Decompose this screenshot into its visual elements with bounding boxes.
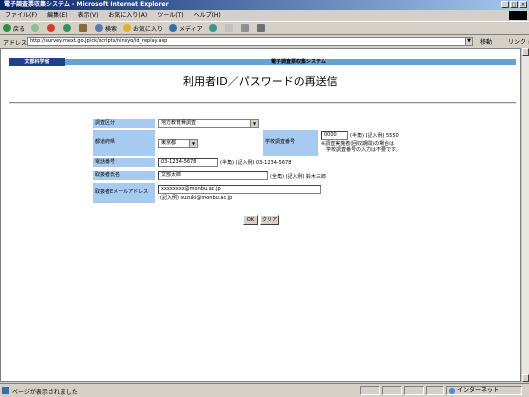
stop-icon (47, 24, 56, 32)
refresh-icon (63, 24, 72, 32)
toolbar: 戻る 検索 お気に入り メディア (0, 21, 529, 35)
print-button[interactable] (238, 22, 254, 34)
stop-button[interactable] (44, 22, 60, 34)
page-content: 文部科学省 電子調査票収集システム 利用者ID／パスワードの再送信 調査区分 地… (0, 48, 521, 382)
phone-hint: (半角) (記入例) 03-1234-5678 (220, 160, 292, 166)
mail-button[interactable] (222, 22, 238, 34)
menu-help[interactable]: ヘルプ(H) (189, 10, 226, 21)
survey-type-value: 地方教育費調査 (161, 120, 197, 126)
edit-icon (256, 24, 265, 32)
email-input[interactable]: xxxxxxxx@monbu.ac.jp (158, 185, 321, 194)
school-code-input[interactable]: 0000 (321, 131, 348, 140)
scroll-down-icon[interactable] (522, 374, 529, 382)
menu-edit[interactable]: 編集(E) (42, 10, 72, 21)
name-hint: (全角) (記入例) 鈴木三郎 (270, 174, 326, 180)
status-segment (382, 386, 402, 395)
email-hint: (記入例) suzuki@monbu.ac.jp (160, 195, 233, 201)
header-band (9, 59, 516, 65)
chevron-down-icon: ▼ (250, 120, 258, 127)
menu-view[interactable]: 表示(V) (73, 10, 104, 21)
status-segment (426, 386, 444, 395)
refresh-button[interactable] (60, 22, 76, 34)
globe-icon (449, 388, 455, 394)
favorites-label: お気に入り (133, 25, 164, 33)
edit-button[interactable] (254, 22, 270, 34)
scroll-up-icon[interactable] (522, 48, 529, 56)
ok-button[interactable]: OK (243, 215, 258, 225)
minimize-button[interactable]: _ (501, 1, 509, 8)
system-name: 電子調査票収集システム (271, 59, 326, 65)
vertical-scrollbar[interactable] (521, 48, 529, 382)
forward-arrow-icon (31, 24, 40, 32)
zone-label: インターネット (457, 387, 500, 394)
address-dropdown[interactable]: ▼ (465, 37, 473, 46)
back-arrow-icon (3, 24, 11, 32)
menu-tools[interactable]: ツール(T) (152, 10, 188, 21)
media-icon (169, 24, 178, 32)
menu-bar: ファイル(F) 編集(E) 表示(V) お気に入り(A) ツール(T) ヘルプ(… (0, 10, 529, 21)
clear-button[interactable]: クリア (260, 215, 279, 225)
favorites-button[interactable]: お気に入り (120, 22, 166, 34)
mail-icon (224, 24, 233, 32)
phone-input[interactable]: 03-1234-5678 (158, 158, 218, 167)
star-icon (123, 24, 132, 32)
address-bar: アドレス(D) http://survey.mext.go.jp/ck/scri… (0, 35, 529, 48)
chevron-down-icon: ▼ (189, 140, 197, 147)
media-label: メディア (179, 25, 203, 33)
school-code-note2: 学校調査番号の入力は不要です。 (326, 147, 401, 153)
history-icon (208, 24, 217, 32)
prefecture-select[interactable]: 東京都 ▼ (158, 139, 198, 148)
search-icon (95, 24, 104, 32)
search-button[interactable]: 検索 (92, 22, 120, 34)
window-controls: _ □ × (501, 1, 527, 8)
media-button[interactable]: メディア (166, 22, 206, 34)
phone-label: 電話番号 (93, 158, 155, 167)
window-title: 電子調査票収集システム - Microsoft Internet Explore… (4, 1, 169, 8)
address-input[interactable]: http://survey.mext.go.jp/ck/scripts/nins… (27, 37, 473, 46)
back-button[interactable]: 戻る (0, 22, 28, 34)
status-bar: ページが表示されました インターネット (0, 383, 529, 397)
prefecture-value: 東京都 (161, 140, 177, 146)
ministry-logo: 文部科学省 (9, 58, 65, 66)
page-title: 利用者ID／パスワードの再送信 (183, 75, 338, 88)
go-button[interactable]: 移動 (480, 37, 492, 46)
status-text: ページが表示されました (12, 389, 78, 396)
back-label: 戻る (13, 25, 26, 33)
school-code-label: 学校調査番号 (263, 130, 318, 156)
print-icon (240, 24, 249, 32)
survey-type-select[interactable]: 地方教育費調査 ▼ (158, 119, 259, 128)
menu-favorites[interactable]: お気に入り(A) (103, 10, 152, 21)
name-label: 取扱者氏名 (93, 171, 155, 180)
windows-logo-icon (509, 11, 527, 20)
page-done-icon (2, 387, 9, 394)
prefecture-label: 都道府県 (93, 130, 155, 156)
status-segment (404, 386, 424, 395)
links-button[interactable]: リンク » (508, 37, 529, 46)
close-button[interactable]: × (519, 1, 527, 8)
maximize-button[interactable]: □ (510, 1, 518, 8)
security-zone: インターネット (446, 386, 522, 395)
email-label: 取扱者Eメールアドレス (93, 183, 155, 203)
title-bar: 電子調査票収集システム - Microsoft Internet Explore… (0, 0, 529, 10)
menu-file[interactable]: ファイル(F) (0, 10, 42, 21)
status-segment (360, 386, 380, 395)
forward-button[interactable] (28, 22, 44, 34)
history-button[interactable] (206, 22, 222, 34)
name-input[interactable]: 文部太郎 (158, 171, 268, 180)
home-button[interactable] (76, 22, 92, 34)
home-icon (79, 24, 88, 32)
survey-type-label: 調査区分 (93, 119, 155, 128)
divider (9, 102, 516, 104)
school-code-hint: (半角) (記入例) 5550 (350, 133, 399, 139)
search-label: 検索 (105, 25, 118, 33)
